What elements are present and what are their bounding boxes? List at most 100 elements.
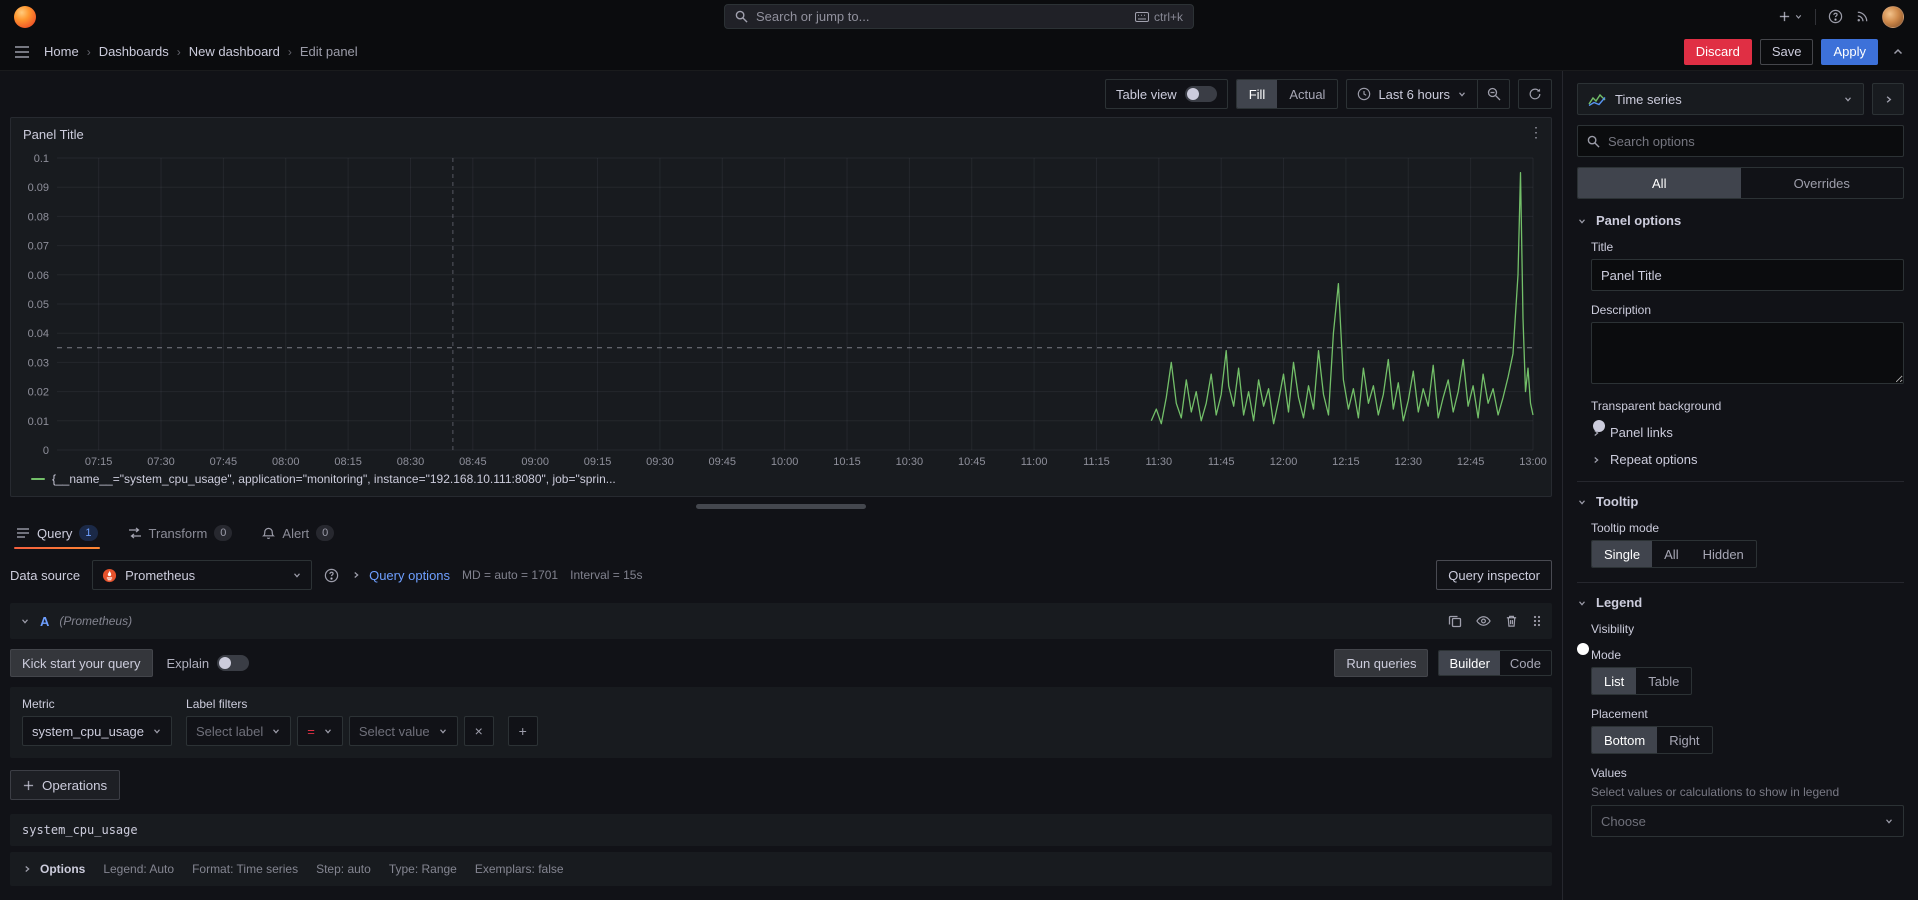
remove-filter-button[interactable]: ×: [463, 716, 494, 746]
operator-dropdown[interactable]: =: [297, 716, 343, 746]
code-mode-option[interactable]: Code: [1500, 651, 1551, 675]
trash-icon[interactable]: [1505, 614, 1518, 628]
legend-values-description: Select values or calculations to show in…: [1591, 785, 1840, 799]
svg-text:07:30: 07:30: [147, 456, 175, 468]
time-range-picker[interactable]: Last 6 hours: [1347, 79, 1477, 109]
breadcrumb-home[interactable]: Home: [44, 44, 79, 59]
svg-text:0.06: 0.06: [28, 270, 49, 282]
legend-placement-label: Placement: [1591, 707, 1648, 721]
search-bar[interactable]: ctrl+k: [724, 4, 1194, 29]
search-icon: [735, 10, 748, 23]
legend-mode-list[interactable]: List: [1592, 668, 1637, 694]
legend-values-select[interactable]: Choose: [1591, 805, 1904, 837]
svg-text:0.08: 0.08: [28, 211, 49, 223]
tab-transform[interactable]: Transform 0: [126, 515, 235, 551]
run-queries-button[interactable]: Run queries: [1334, 649, 1429, 677]
legend-values-label: Values: [1591, 766, 1627, 780]
grafana-logo[interactable]: [14, 5, 36, 28]
datasource-label: Data source: [10, 567, 81, 583]
legend-header[interactable]: Legend: [1577, 595, 1904, 610]
repeat-options-toggle[interactable]: Repeat options: [1591, 452, 1904, 467]
select-value-dropdown[interactable]: Select value: [348, 716, 458, 746]
new-button[interactable]: [1778, 10, 1803, 23]
legend-placement-bottom[interactable]: Bottom: [1592, 727, 1658, 753]
avatar[interactable]: [1882, 5, 1904, 28]
tooltip-mode-hidden[interactable]: Hidden: [1691, 541, 1756, 567]
breadcrumb-dashboards[interactable]: Dashboards: [99, 44, 169, 59]
chevron-down-icon: [1457, 89, 1467, 99]
svg-text:09:00: 09:00: [521, 456, 549, 468]
actual-mode-option[interactable]: Actual: [1277, 80, 1337, 108]
tooltip-mode-all[interactable]: All: [1652, 541, 1690, 567]
collapse-up-icon[interactable]: [1892, 46, 1904, 58]
tab-query[interactable]: Query 1: [14, 515, 100, 551]
options-toggle[interactable]: Options: [22, 862, 85, 876]
news-icon[interactable]: [1855, 9, 1870, 24]
search-input[interactable]: [756, 9, 1127, 24]
datasource-select[interactable]: Prometheus: [92, 560, 313, 590]
time-series-chart[interactable]: 0 0.01 0.02 0.03 0.04 0.05 0.06 0.07 0.08 0.09 0.1…: [11, 150, 1551, 470]
explain-toggle[interactable]: [217, 655, 250, 671]
hide-query-icon[interactable]: [1476, 615, 1491, 627]
query-ref-datasource: (Prometheus): [59, 614, 133, 628]
collapse-options-pane-button[interactable]: [1872, 83, 1904, 115]
search-icon: [1587, 135, 1600, 148]
options-search-input[interactable]: [1608, 133, 1894, 149]
svg-text:11:30: 11:30: [1145, 456, 1172, 468]
tab-all[interactable]: All: [1578, 168, 1741, 198]
panel-description-input[interactable]: [1591, 322, 1904, 384]
legend-mode-table[interactable]: Table: [1636, 668, 1691, 694]
query-inspector-button[interactable]: Query inspector: [1436, 560, 1552, 590]
duplicate-query-icon[interactable]: [1448, 614, 1462, 628]
tab-alert[interactable]: Alert 0: [260, 515, 336, 551]
raw-query-preview: system_cpu_usage: [10, 814, 1552, 846]
query-options-toggle[interactable]: Query options: [351, 568, 450, 583]
table-view-toggle[interactable]: [1184, 86, 1217, 102]
metric-select[interactable]: system_cpu_usage: [22, 716, 173, 746]
pane-resize-row: [10, 497, 1552, 515]
zoom-out-button[interactable]: [1477, 79, 1509, 109]
chart-legend: {__name__="system_cpu_usage", applicatio…: [11, 470, 1551, 496]
select-label-dropdown[interactable]: Select label: [186, 716, 292, 746]
panel-size-mode-group: Fill Actual: [1235, 79, 1339, 109]
svg-text:12:30: 12:30: [1395, 456, 1423, 468]
panel-title-input[interactable]: [1591, 259, 1904, 291]
tooltip-header[interactable]: Tooltip: [1577, 494, 1904, 509]
breadcrumb-new-dashboard[interactable]: New dashboard: [189, 44, 280, 59]
metric-value: system_cpu_usage: [32, 723, 145, 739]
svg-text:0.02: 0.02: [28, 387, 49, 399]
drag-handle-icon[interactable]: [1532, 614, 1542, 628]
operations-button[interactable]: Operations: [10, 770, 121, 800]
series-label[interactable]: {__name__="system_cpu_usage", applicatio…: [52, 472, 616, 486]
svg-text:07:15: 07:15: [85, 456, 113, 468]
visualization-picker[interactable]: Time series: [1577, 83, 1864, 115]
discard-button[interactable]: Discard: [1683, 38, 1752, 65]
svg-text:0: 0: [43, 445, 49, 457]
options-search[interactable]: [1577, 125, 1904, 157]
panel-links-toggle[interactable]: Panel links: [1591, 425, 1904, 440]
save-button[interactable]: Save: [1759, 38, 1814, 65]
panel-menu-icon[interactable]: ⋮: [1529, 124, 1543, 141]
help-icon[interactable]: [1828, 9, 1843, 24]
panel-options-header[interactable]: Panel options: [1577, 213, 1904, 228]
legend-mode-label: Mode: [1591, 648, 1622, 662]
metric-field: Metric system_cpu_usage: [22, 697, 173, 746]
svg-text:12:45: 12:45: [1457, 456, 1485, 468]
tab-overrides[interactable]: Overrides: [1741, 168, 1904, 198]
query-row-header: A (Prometheus): [10, 603, 1552, 639]
pane-resize-handle[interactable]: [696, 503, 866, 509]
legend-placement-group: Bottom Right: [1591, 726, 1713, 754]
apply-button[interactable]: Apply: [1821, 38, 1878, 65]
add-filter-button[interactable]: +: [507, 716, 538, 746]
kickstart-button[interactable]: Kick start your query: [10, 649, 153, 677]
fill-mode-option[interactable]: Fill: [1236, 80, 1278, 108]
datasource-help-icon[interactable]: [324, 568, 339, 583]
menu-toggle-icon[interactable]: [14, 45, 30, 59]
collapse-query-icon[interactable]: [20, 616, 30, 626]
operator-value: =: [307, 723, 315, 739]
legend-placement-right[interactable]: Right: [1657, 727, 1711, 753]
builder-mode-option[interactable]: Builder: [1439, 651, 1500, 675]
chevron-right-icon: [1591, 455, 1601, 465]
refresh-button[interactable]: [1519, 79, 1551, 109]
tooltip-mode-single[interactable]: Single: [1592, 541, 1653, 567]
